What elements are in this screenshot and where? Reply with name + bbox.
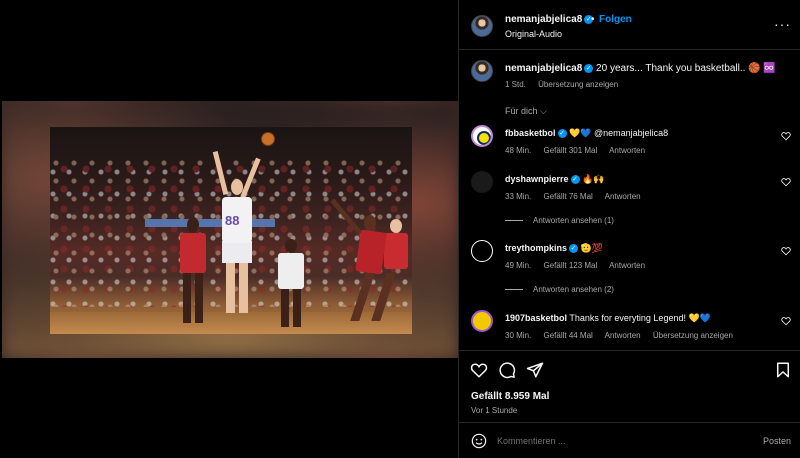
comment-meta: 30 Min. Gefällt 44 Mal Antworten Überset… [505,331,743,340]
commenter-avatar[interactable] [471,125,493,147]
comment-input[interactable] [497,432,747,450]
comment-time: 30 Min. [505,331,532,340]
audio-link[interactable]: Original-Audio [505,29,562,39]
author-avatar[interactable] [471,15,493,37]
basketball [261,132,275,146]
comment-text: dyshawnpierre ✓ 🔥🙌 [505,174,604,185]
post-header: nemanjabjelica8 ✓ • Folgen Original-Audio… [459,0,800,50]
commenter-avatar[interactable] [471,240,493,262]
comment-username[interactable]: dyshawnpierre [505,174,569,184]
post-action-bar: Gefällt 8.959 Mal Vor 1 Stunde [459,350,800,430]
player-shooter: 88 [212,151,261,319]
comment-meta: 48 Min. Gefällt 301 Mal Antworten [505,146,655,155]
comment-body: Thanks for everyting Legend! 💛💙 [569,313,711,323]
likes-count[interactable]: Gefällt 8.959 Mal [471,391,549,402]
heart-icon[interactable] [781,177,791,187]
comment-likes[interactable]: Gefällt 76 Mal [543,192,592,201]
comment-item: treythompkins ✓ 🫡💯 49 Min. Gefällt 123 Ma… [471,240,791,280]
comment-filter-dropdown[interactable]: Für dich ⌵ [505,106,547,117]
replies-line [505,289,523,291]
reply-button[interactable]: Antworten [605,192,641,201]
reply-button[interactable]: Antworten [609,146,645,155]
post-side-panel: nemanjabjelica8 ✓ • Folgen Original-Audio… [458,0,800,458]
post-video[interactable]: 88 [2,101,458,358]
heart-icon[interactable] [781,316,791,326]
verified-icon: ✓ [557,129,567,139]
translate-link[interactable]: Übersetzung anzeigen [538,80,618,89]
heart-icon[interactable] [781,131,791,141]
comment-likes[interactable]: Gefällt 44 Mal [543,331,592,340]
caption-text: nemanjabjelica8 ✓ 20 years... Thank you b… [505,63,776,74]
comment-likes[interactable]: Gefällt 123 Mal [543,261,597,270]
comment-username[interactable]: 1907basketbol [505,313,567,323]
post-comment-button[interactable]: Posten [763,436,791,446]
comment-item: 1907basketbol Thanks for everyting Legen… [471,310,791,350]
comment-text: treythompkins ✓ 🫡💯 [505,243,603,254]
replies-line [505,220,523,222]
verified-icon: ✓ [569,244,579,254]
post-timestamp: Vor 1 Stunde [471,406,518,415]
comment-username[interactable]: fbbasketbol [505,128,556,138]
like-heart-icon[interactable] [470,361,488,379]
reply-button[interactable]: Antworten [605,331,641,340]
comment-meta: 33 Min. Gefällt 76 Mal Antworten [505,192,651,201]
caption-author-avatar[interactable] [471,60,493,82]
comment-time: 49 Min. [505,261,532,270]
share-send-icon[interactable] [526,361,544,379]
media-area: 88 [0,0,458,458]
caption-meta: 1 Std. Übersetzung anzeigen [505,80,628,89]
player-contesting [330,195,396,325]
comment-body: 🫡💯 [580,243,603,253]
comment-likes[interactable]: Gefällt 301 Mal [543,146,597,155]
commenter-avatar[interactable] [471,310,493,332]
comment-meta: 49 Min. Gefällt 123 Mal Antworten [505,261,655,270]
more-options-icon[interactable]: ··· [774,16,791,32]
heart-icon[interactable] [781,246,791,256]
verified-icon: ✓ [584,63,594,73]
author-username[interactable]: nemanjabjelica8 ✓ [505,14,594,25]
translate-link[interactable]: Übersetzung anzeigen [653,331,733,340]
caption-time: 1 Std. [505,80,526,89]
view-replies-button[interactable]: Antworten ansehen (2) [505,285,614,294]
commenter-avatar[interactable] [471,171,493,193]
comment-username[interactable]: treythompkins [505,243,567,253]
view-replies-button[interactable]: Antworten ansehen (1) [505,216,614,225]
player-teammate [278,239,304,329]
bookmark-icon[interactable] [774,361,792,379]
comment-body: 💛💙 @nemanjabjelica8 [569,128,669,138]
comment-bubble-icon[interactable] [498,361,516,379]
caption-username[interactable]: nemanjabjelica8 [505,63,582,74]
separator-dot: • [591,14,595,25]
comment-body: 🔥🙌 [582,174,605,184]
arena-banner [145,219,275,227]
comment-text: fbbasketbol ✓ 💛💙 @nemanjabjelica8 [505,128,668,139]
follow-button[interactable]: Folgen [599,14,632,25]
player-defender [180,217,206,327]
comment-composer: Posten [459,422,800,458]
comment-text: 1907basketbol Thanks for everyting Legen… [505,313,711,324]
comment-time: 48 Min. [505,146,532,155]
comment-item: dyshawnpierre ✓ 🔥🙌 33 Min. Gefällt 76 Mal… [471,171,791,211]
video-frame[interactable]: 88 [50,127,412,334]
comment-item: fbbasketbol ✓ 💛💙 @nemanjabjelica8 48 Min.… [471,125,791,165]
comment-time: 33 Min. [505,192,532,201]
emoji-icon[interactable] [471,433,487,449]
caption-body: 20 years... Thank you basketball.. 🏀 ♾️ [596,63,776,74]
jersey-number: 88 [225,213,240,228]
verified-icon: ✓ [570,175,580,185]
reply-button[interactable]: Antworten [609,261,645,270]
